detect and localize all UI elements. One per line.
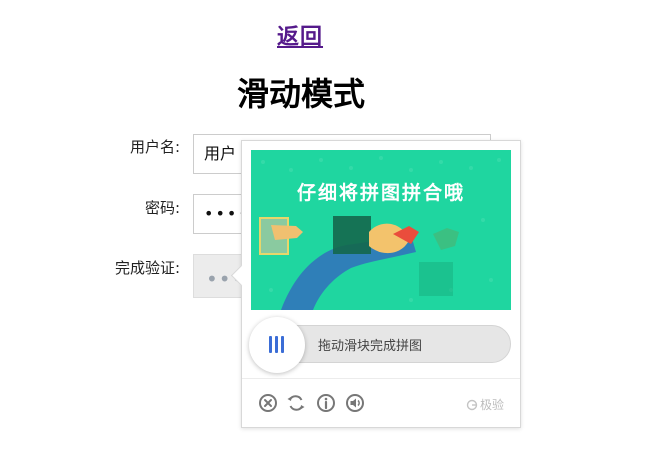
password-label: 密码: bbox=[144, 199, 180, 217]
audio-icon[interactable] bbox=[345, 393, 365, 413]
captcha-caption: 仔细将拼图拼合哦 bbox=[296, 182, 465, 204]
divider bbox=[242, 378, 520, 379]
puzzle-illustration bbox=[259, 156, 501, 310]
back-link[interactable]: 返回 bbox=[277, 19, 323, 51]
slider-knob[interactable] bbox=[249, 317, 305, 373]
captcha-image: 仔细将拼图拼合哦 bbox=[251, 150, 511, 310]
drag-handle-icon bbox=[268, 336, 286, 354]
slider-hint: 拖动滑块完成拼图 bbox=[318, 339, 423, 354]
brand-label: 极验 bbox=[480, 398, 505, 412]
page-title: 滑动模式 bbox=[237, 75, 366, 113]
captcha-popup: 仔细将拼图拼合哦 拖动滑块完成拼图 极验 bbox=[230, 140, 521, 428]
info-icon[interactable] bbox=[316, 393, 336, 413]
geetest-logo-icon bbox=[466, 399, 478, 411]
close-icon[interactable] bbox=[258, 393, 278, 413]
username-label: 用户名: bbox=[129, 138, 180, 156]
verify-label: 完成验证: bbox=[114, 259, 180, 277]
refresh-icon[interactable] bbox=[286, 393, 306, 413]
geetest-brand[interactable]: 极验 bbox=[466, 396, 504, 413]
